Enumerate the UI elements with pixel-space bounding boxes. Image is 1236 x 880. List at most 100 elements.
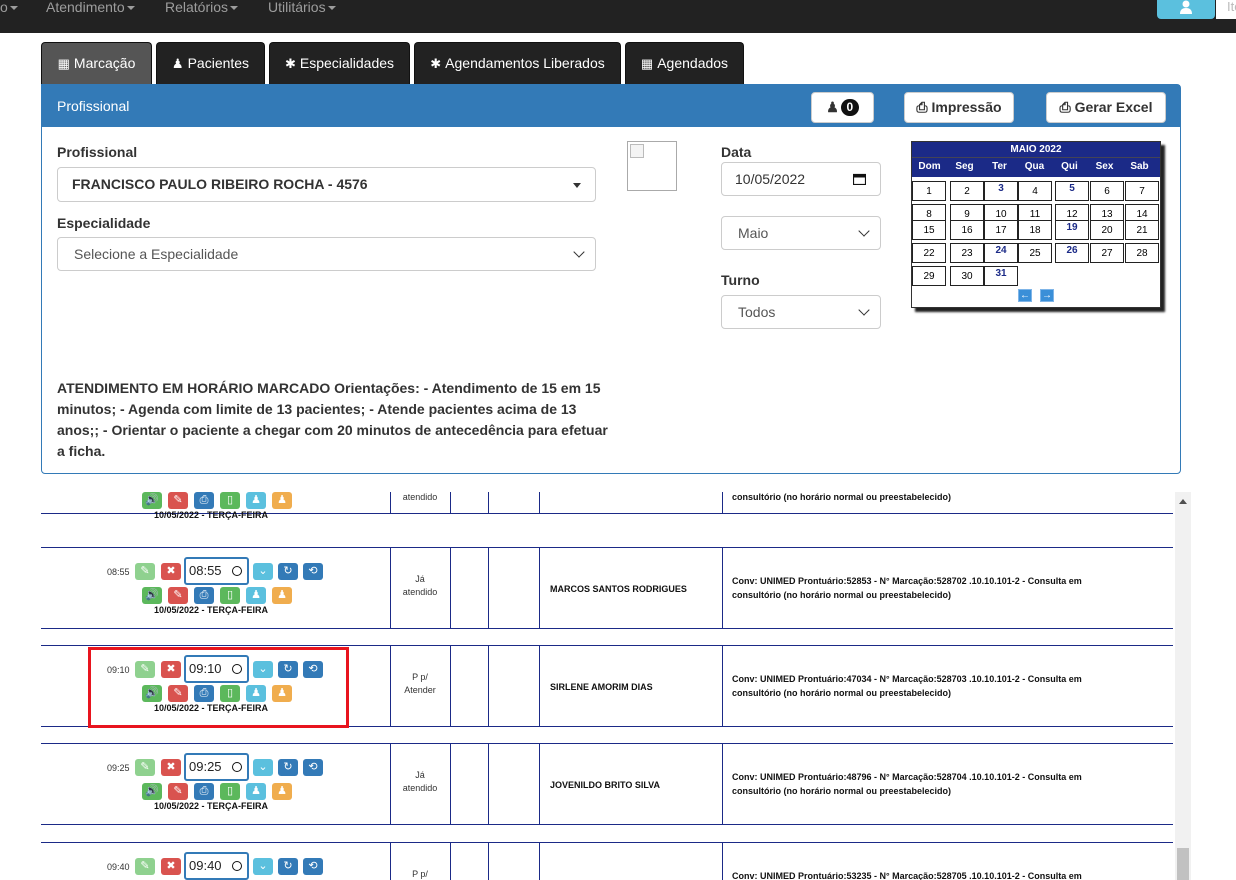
cancel-button[interactable]: ✖ — [161, 563, 181, 580]
patient-name[interactable]: SIRLENE AMORIM DIAS — [550, 682, 653, 692]
edit-button[interactable]: ✎ — [135, 858, 155, 875]
patient-name[interactable]: MARCOS SANTOS RODRIGUES — [550, 584, 687, 594]
table-scrollbar[interactable] — [1175, 492, 1191, 880]
calendar-day[interactable]: 24 — [984, 243, 1018, 263]
phone-button[interactable]: ▯ — [220, 587, 240, 604]
calendar-day[interactable]: 15 — [912, 220, 946, 240]
repeat-button[interactable]: ⟲ — [303, 563, 323, 580]
calendar-next-button[interactable]: → — [1040, 289, 1054, 302]
nav-item-label: Relatórios — [165, 0, 229, 15]
time-input[interactable]: 09:25 — [184, 753, 249, 781]
user-button[interactable]: ♟ — [272, 783, 292, 800]
calendar-weekday: Qua — [1024, 161, 1045, 172]
calendar-day[interactable]: 20 — [1090, 220, 1124, 240]
printer-button[interactable]: ⎙ — [194, 783, 214, 800]
profissional-select[interactable]: FRANCISCO PAULO RIBEIRO ROCHA - 4576 — [57, 167, 596, 202]
patient-name[interactable]: JOVENILDO BRITO SILVA — [550, 780, 660, 790]
asterisk-icon: ✱ — [284, 56, 296, 71]
refresh-button[interactable]: ↻ — [278, 759, 298, 776]
calendar-day[interactable]: 2 — [950, 181, 984, 201]
chevron-down-button[interactable]: ⌄ — [253, 858, 273, 875]
calendar-day[interactable]: 7 — [1125, 181, 1159, 201]
speaker-button[interactable]: 🔊 — [142, 492, 162, 509]
calendar-day[interactable]: 1 — [912, 181, 946, 201]
status-line: P p/ — [412, 672, 428, 682]
tab-pacientes[interactable]: ♟ Pacientes — [156, 42, 265, 84]
phone-icon: ▯ — [226, 785, 234, 797]
cancel-button[interactable]: ✖ — [161, 759, 181, 776]
user-button[interactable]: ♟ — [272, 492, 292, 509]
calendar-day[interactable]: 5 — [1055, 181, 1089, 201]
scroll-thumb[interactable] — [1177, 848, 1189, 880]
phone-button[interactable]: ▯ — [220, 492, 240, 509]
top-navbar: o Atendimento Relatórios Utilitários Ite — [0, 0, 1236, 33]
calendar-day[interactable]: 31 — [984, 266, 1018, 286]
user-button[interactable]: ♟ — [246, 783, 266, 800]
turno-select[interactable]: Todos — [721, 295, 881, 329]
repeat-button[interactable]: ⟲ — [303, 759, 323, 776]
tab-especialidades[interactable]: ✱ Especialidades — [269, 42, 410, 84]
eraser-button[interactable]: ✎ — [168, 492, 188, 509]
tab-agendados[interactable]: ▦ Agendados — [625, 42, 744, 84]
nav-item-relatorios[interactable]: Relatórios — [165, 0, 239, 20]
printer-button[interactable]: ⎙ — [194, 492, 214, 509]
calendar-day[interactable]: 22 — [912, 243, 946, 263]
eraser-button[interactable]: ✎ — [168, 587, 188, 604]
user-button[interactable]: ♟ — [272, 587, 292, 604]
repeat-button[interactable]: ⟲ — [303, 858, 323, 875]
speaker-button[interactable]: 🔊 — [142, 587, 162, 604]
chevron-down-button[interactable]: ⌄ — [253, 759, 273, 776]
calendar-day[interactable]: 21 — [1125, 220, 1159, 240]
column-divider — [488, 492, 489, 513]
chevron-down-button[interactable]: ⌄ — [253, 563, 273, 580]
column-divider — [539, 492, 540, 513]
refresh-button[interactable]: ↻ — [278, 858, 298, 875]
calendar-day[interactable]: 23 — [950, 243, 984, 263]
chevron-down-icon: ⌄ — [258, 860, 268, 872]
nav-item-partial[interactable]: o — [0, 0, 18, 20]
column-divider — [539, 744, 540, 824]
calendar-day[interactable]: 28 — [1125, 243, 1159, 263]
calendar-day[interactable]: 17 — [984, 220, 1018, 240]
nav-item-utilitarios[interactable]: Utilitários — [268, 0, 336, 20]
speaker-button[interactable]: 🔊 — [142, 783, 162, 800]
edit-button[interactable]: ✎ — [135, 759, 155, 776]
date-input[interactable]: 10/05/2022 — [721, 162, 881, 196]
user-button[interactable]: ♟ — [246, 492, 266, 509]
excel-button[interactable]: ⎙ Gerar Excel — [1046, 92, 1166, 123]
time-input[interactable]: 08:55 — [184, 557, 249, 585]
nav-item-atendimento[interactable]: Atendimento — [46, 0, 135, 20]
eraser-button[interactable]: ✎ — [168, 783, 188, 800]
calendar-day[interactable]: 4 — [1018, 181, 1052, 201]
patient-count-button[interactable]: ♟ 0 — [811, 92, 874, 123]
tab-marcacao[interactable]: ▦ Marcação — [41, 42, 152, 84]
calendar-prev-button[interactable]: ← — [1018, 289, 1032, 302]
top-search-input[interactable]: Ite — [1216, 0, 1236, 19]
cancel-button[interactable]: ✖ — [161, 858, 181, 875]
user-button[interactable]: ♟ — [246, 587, 266, 604]
calendar-day[interactable]: 25 — [1018, 243, 1052, 263]
print-button[interactable]: ⎙ Impressão — [904, 92, 1014, 123]
calendar-day[interactable]: 26 — [1055, 243, 1089, 263]
calendar-day[interactable]: 6 — [1090, 181, 1124, 201]
calendar-day[interactable]: 18 — [1018, 220, 1052, 240]
month-select[interactable]: Maio — [721, 216, 881, 250]
calendar-day[interactable]: 27 — [1090, 243, 1124, 263]
edit-button[interactable]: ✎ — [135, 563, 155, 580]
especialidade-select[interactable]: Selecione a Especialidade — [57, 237, 596, 271]
calendar-day[interactable]: 19 — [1055, 220, 1089, 240]
phone-button[interactable]: ▯ — [220, 783, 240, 800]
scroll-up-icon[interactable] — [1179, 499, 1187, 504]
user-menu-button[interactable] — [1157, 0, 1215, 19]
calendar-day[interactable]: 30 — [950, 266, 984, 286]
calendar-day[interactable]: 29 — [912, 266, 946, 286]
printer-button[interactable]: ⎙ — [194, 587, 214, 604]
calendar-day[interactable]: 3 — [984, 181, 1018, 201]
nav-item-label: Atendimento — [46, 0, 125, 15]
calendar-icon[interactable] — [853, 173, 866, 185]
user-icon: ♟ — [251, 785, 261, 797]
tab-agendamentos-liberados[interactable]: ✱ Agendamentos Liberados — [414, 42, 621, 84]
time-input[interactable]: 09:40 — [184, 852, 249, 880]
refresh-button[interactable]: ↻ — [278, 563, 298, 580]
calendar-day[interactable]: 16 — [950, 220, 984, 240]
